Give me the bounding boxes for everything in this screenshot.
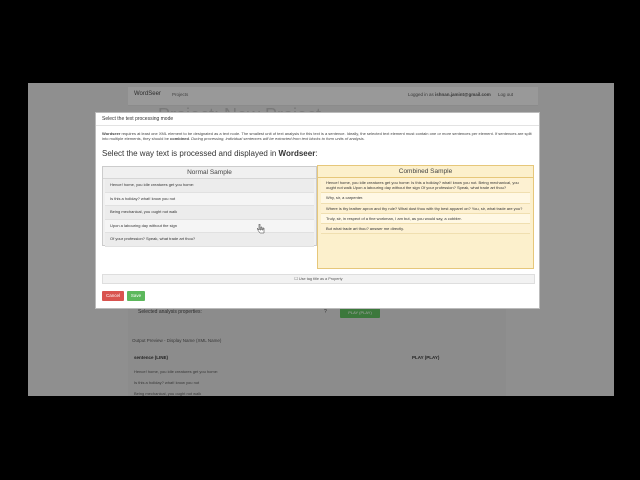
- normal-sample-list: Hence! home, you idle creatures get you …: [103, 179, 316, 247]
- text-processing-modal: Select the text processing mode Wordseer…: [95, 112, 540, 309]
- cursor-glyph: [256, 223, 265, 234]
- list-item: Being mechanical, you ought not walk: [105, 206, 314, 220]
- tag-title-option[interactable]: ☐ Use tag title as a Property: [102, 274, 535, 284]
- combined-sample-list: Hence! home, you idle creatures get you …: [318, 178, 533, 235]
- prompt-bold: Wordseer: [278, 149, 316, 158]
- list-item: Upon a labouring day without the sign: [105, 219, 314, 233]
- combined-sample-title: Combined Sample: [318, 166, 533, 178]
- list-item: Hence! home, you idle creatures get you …: [105, 179, 314, 193]
- intro-tail: . During processing, individual sentence…: [188, 136, 365, 141]
- intro-bold-combined: combined: [170, 136, 189, 141]
- modal-title: Select the text processing mode: [102, 116, 174, 122]
- cancel-button[interactable]: Cancel: [102, 291, 124, 301]
- list-item: But what trade art thou? answer me direc…: [321, 224, 530, 235]
- list-item: Why, sir, a carpenter.: [321, 193, 530, 204]
- prompt-end: :: [315, 149, 318, 158]
- list-item: Where is thy leather apron and thy rule?…: [321, 203, 530, 214]
- tag-option-label: Use tag title as a Property: [298, 277, 343, 281]
- list-item: Is this a holiday? what! know you not: [105, 192, 314, 206]
- combined-sample-option[interactable]: Combined Sample Hence! home, you idle cr…: [317, 165, 534, 269]
- selection-prompt: Select the way text is processed and dis…: [102, 149, 318, 158]
- save-button[interactable]: Save: [127, 291, 145, 301]
- normal-sample-title: Normal Sample: [103, 167, 316, 179]
- list-item: Hence! home, you idle creatures get you …: [321, 178, 530, 194]
- intro-text: Wordseer requires at least one XML eleme…: [102, 131, 532, 141]
- normal-sample-option[interactable]: Normal Sample Hence! home, you idle crea…: [102, 166, 317, 247]
- prompt-start: Select the way text is processed and dis…: [102, 149, 279, 158]
- modal-header: Select the text processing mode: [96, 113, 539, 126]
- checkbox-icon[interactable]: ☐: [294, 277, 297, 281]
- list-item: Truly, sir, in respect of a fine workman…: [321, 213, 530, 225]
- list-item: Of your profession? Speak, what trade ar…: [105, 233, 314, 247]
